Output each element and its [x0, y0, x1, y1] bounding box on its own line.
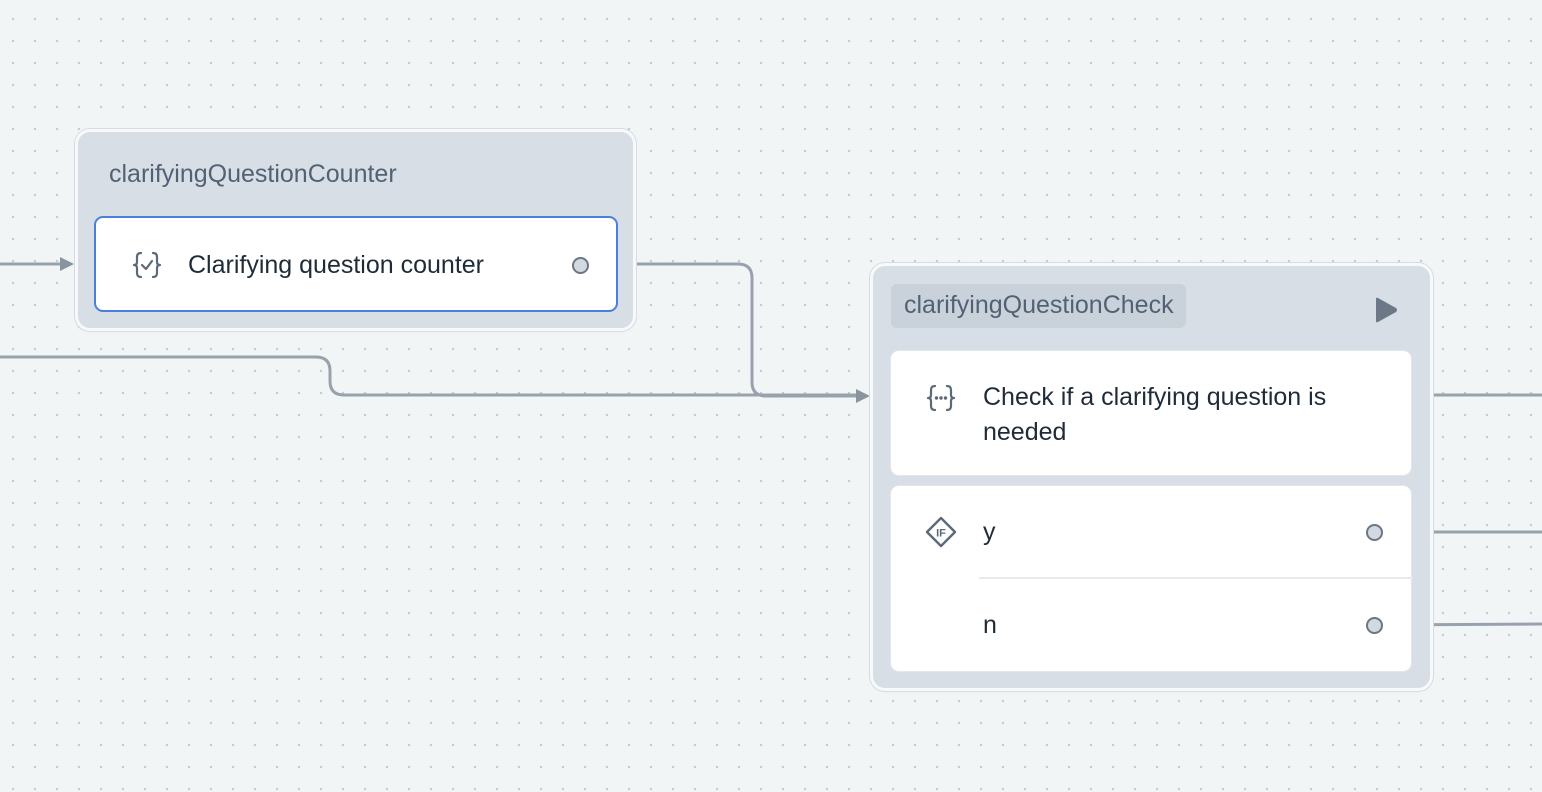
step-condition[interactable]: IF y n — [890, 485, 1413, 672]
step-clarifying-question-counter[interactable]: Clarifying question counter — [94, 216, 618, 312]
edge-arrowhead — [856, 389, 870, 403]
condition-path-n[interactable]: n — [983, 608, 997, 643]
step-check-clarifying-question[interactable]: Check if a clarifying question is needed — [890, 350, 1412, 476]
edge-counter-to-check — [618, 262, 858, 398]
output-port-y[interactable] — [1366, 524, 1383, 541]
block-title: clarifyingQuestionCounter — [109, 160, 397, 188]
svg-text:IF: IF — [936, 528, 946, 540]
if-diamond-icon: IF — [925, 516, 957, 548]
code-ellipsis-icon — [926, 384, 956, 412]
flow-canvas[interactable]: clarifyingQuestionCounter Clarifying que… — [0, 0, 1542, 792]
block-clarifying-question-check[interactable]: clarifyingQuestionCheck Check if a clari… — [873, 266, 1430, 688]
step-label: Check if a clarifying question is needed — [983, 383, 1327, 446]
edge-arrowhead — [60, 257, 74, 271]
block-title: clarifyingQuestionCheck — [891, 284, 1186, 328]
output-port-n[interactable] — [1366, 617, 1383, 634]
block-clarifying-question-counter[interactable]: clarifyingQuestionCounter Clarifying que… — [78, 132, 633, 328]
step-label: Clarifying question counter — [188, 251, 484, 279]
condition-path-y[interactable]: y — [983, 515, 996, 550]
path-divider — [979, 577, 1413, 579]
edge-bypass-to-check — [0, 355, 858, 397]
play-icon[interactable] — [1373, 296, 1399, 324]
output-port[interactable] — [572, 257, 589, 274]
code-check-icon — [132, 251, 162, 279]
